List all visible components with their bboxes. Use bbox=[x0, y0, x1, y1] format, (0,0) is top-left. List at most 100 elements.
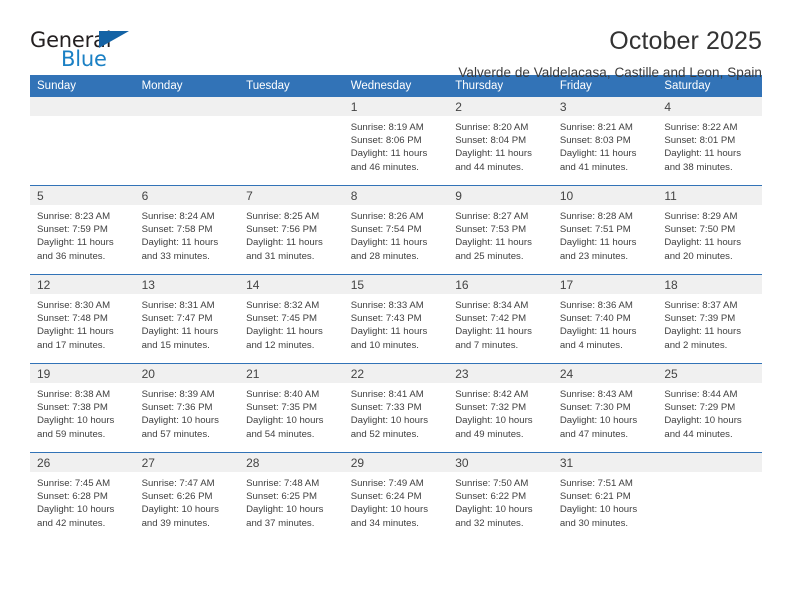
day-details: Sunrise: 8:32 AM Sunset: 7:45 PM Daylight:… bbox=[239, 294, 344, 352]
day-cell[interactable]: 29 Sunrise: 7:49 AM Sunset: 6:24 PM Dayligh… bbox=[343, 452, 449, 541]
day-number: 28 bbox=[239, 453, 344, 472]
day-details: Sunrise: 8:34 AM Sunset: 7:42 PM Daylight:… bbox=[448, 294, 553, 352]
day-cell-empty bbox=[30, 97, 135, 186]
day-cell[interactable]: 19 Sunrise: 8:38 AM Sunset: 7:38 PM Dayligh… bbox=[30, 363, 135, 453]
day-cell[interactable]: 7 Sunrise: 8:25 AM Sunset: 7:56 PM Daylight… bbox=[239, 185, 344, 275]
day-cell[interactable]: 23 Sunrise: 8:42 AM Sunset: 7:32 PM Dayligh… bbox=[448, 363, 553, 453]
day-cell[interactable]: 5 Sunrise: 8:23 AM Sunset: 7:59 PM Daylight… bbox=[30, 185, 135, 275]
daylight-text-line1: Daylight: 11 hours bbox=[141, 326, 219, 338]
sunrise-text: Sunrise: 8:36 AM bbox=[559, 300, 633, 311]
daylight-text-line1: Daylight: 11 hours bbox=[350, 148, 428, 160]
daylight-text-line2: and 39 minutes. bbox=[141, 517, 210, 529]
day-cell[interactable]: 25 Sunrise: 8:44 AM Sunset: 7:29 PM Dayligh… bbox=[657, 363, 762, 453]
sunrise-text: Sunrise: 7:48 AM bbox=[246, 478, 320, 489]
day-cell[interactable]: 26 Sunrise: 7:45 AM Sunset: 6:28 PM Dayligh… bbox=[30, 452, 135, 541]
day-cell-inner: 25 Sunrise: 8:44 AM Sunset: 7:29 PM Dayligh… bbox=[657, 364, 762, 452]
day-cell-inner: 22 Sunrise: 8:41 AM Sunset: 7:33 PM Dayligh… bbox=[343, 364, 449, 452]
daylight-text-line2: and 2 minutes. bbox=[664, 339, 728, 351]
day-cell[interactable]: 13 Sunrise: 8:31 AM Sunset: 7:47 PM Dayligh… bbox=[134, 274, 240, 364]
sunrise-text: Sunrise: 7:47 AM bbox=[141, 478, 215, 489]
day-number: 20 bbox=[134, 364, 240, 383]
sunrise-text: Sunrise: 8:40 AM bbox=[246, 389, 320, 400]
day-cell[interactable]: 30 Sunrise: 7:50 AM Sunset: 6:22 PM Dayligh… bbox=[448, 452, 553, 541]
day-cell[interactable]: 10 Sunrise: 8:28 AM Sunset: 7:51 PM Dayligh… bbox=[552, 185, 658, 275]
sunrise-text: Sunrise: 7:50 AM bbox=[455, 478, 529, 489]
day-cell[interactable]: 8 Sunrise: 8:26 AM Sunset: 7:54 PM Daylight… bbox=[343, 185, 449, 275]
daylight-text-line1: Daylight: 10 hours bbox=[141, 415, 219, 427]
sunset-text: Sunset: 7:35 PM bbox=[246, 402, 318, 414]
sunrise-text: Sunrise: 8:22 AM bbox=[664, 122, 738, 133]
day-cell[interactable]: 31 Sunrise: 7:51 AM Sunset: 6:21 PM Dayligh… bbox=[552, 452, 658, 541]
day-cell-inner: 29 Sunrise: 7:49 AM Sunset: 6:24 PM Dayligh… bbox=[343, 453, 449, 541]
day-number: 3 bbox=[552, 97, 658, 116]
daylight-text-line1: Daylight: 10 hours bbox=[559, 504, 638, 516]
day-details: Sunrise: 8:24 AM Sunset: 7:58 PM Daylight:… bbox=[135, 205, 240, 263]
day-cell-inner bbox=[30, 97, 135, 185]
daylight-text-line1: Daylight: 11 hours bbox=[350, 326, 428, 338]
day-number: 9 bbox=[448, 186, 553, 205]
daylight-text-line2: and 49 minutes. bbox=[455, 428, 524, 440]
day-details: Sunrise: 8:22 AM Sunset: 8:01 PM Daylight:… bbox=[657, 116, 762, 174]
day-cell-inner: 27 Sunrise: 7:47 AM Sunset: 6:26 PM Dayligh… bbox=[134, 453, 240, 541]
day-cell[interactable]: 27 Sunrise: 7:47 AM Sunset: 6:26 PM Dayligh… bbox=[134, 452, 240, 541]
day-number: 13 bbox=[134, 275, 240, 294]
sunset-text: Sunset: 7:38 PM bbox=[37, 402, 108, 414]
sunset-text: Sunset: 7:54 PM bbox=[350, 224, 422, 236]
day-cell[interactable]: 18 Sunrise: 8:37 AM Sunset: 7:39 PM Dayligh… bbox=[657, 274, 762, 364]
sunset-text: Sunset: 7:42 PM bbox=[455, 313, 527, 325]
day-details: Sunrise: 8:39 AM Sunset: 7:36 PM Daylight:… bbox=[135, 383, 240, 441]
day-number: 29 bbox=[343, 453, 449, 472]
day-details: Sunrise: 7:49 AM Sunset: 6:24 PM Daylight:… bbox=[344, 472, 449, 530]
day-cell-inner: 15 Sunrise: 8:33 AM Sunset: 7:43 PM Dayligh… bbox=[343, 275, 449, 363]
day-details: Sunrise: 7:48 AM Sunset: 6:25 PM Daylight:… bbox=[239, 472, 344, 530]
day-cell[interactable]: 2 Sunrise: 8:20 AM Sunset: 8:04 PM Daylight… bbox=[448, 97, 553, 186]
day-cell[interactable]: 11 Sunrise: 8:29 AM Sunset: 7:50 PM Dayligh… bbox=[657, 185, 762, 275]
day-cell[interactable]: 24 Sunrise: 8:43 AM Sunset: 7:30 PM Dayligh… bbox=[552, 363, 658, 453]
daylight-text-line2: and 41 minutes. bbox=[559, 161, 629, 173]
day-details: Sunrise: 8:33 AM Sunset: 7:43 PM Daylight:… bbox=[344, 294, 449, 352]
day-cell[interactable]: 12 Sunrise: 8:30 AM Sunset: 7:48 PM Dayligh… bbox=[30, 274, 135, 364]
day-cell[interactable]: 4 Sunrise: 8:22 AM Sunset: 8:01 PM Daylight… bbox=[657, 97, 762, 186]
day-cell-inner: 10 Sunrise: 8:28 AM Sunset: 7:51 PM Dayligh… bbox=[552, 186, 658, 274]
day-cell[interactable]: 15 Sunrise: 8:33 AM Sunset: 7:43 PM Dayligh… bbox=[343, 274, 449, 364]
day-number: 11 bbox=[657, 186, 762, 205]
daylight-text-line2: and 42 minutes. bbox=[37, 517, 106, 529]
day-cell[interactable]: 20 Sunrise: 8:39 AM Sunset: 7:36 PM Dayligh… bbox=[134, 363, 240, 453]
sunset-text: Sunset: 7:47 PM bbox=[141, 313, 213, 325]
day-cell[interactable]: 16 Sunrise: 8:34 AM Sunset: 7:42 PM Dayligh… bbox=[448, 274, 553, 364]
day-cell[interactable]: 17 Sunrise: 8:36 AM Sunset: 7:40 PM Dayligh… bbox=[552, 274, 658, 364]
day-cell[interactable]: 6 Sunrise: 8:24 AM Sunset: 7:58 PM Daylight… bbox=[134, 185, 240, 275]
sunset-text: Sunset: 7:36 PM bbox=[141, 402, 213, 414]
sunrise-text: Sunrise: 8:26 AM bbox=[350, 211, 424, 222]
daylight-text-line1: Daylight: 11 hours bbox=[141, 237, 219, 249]
sunrise-text: Sunrise: 8:27 AM bbox=[455, 211, 529, 222]
day-cell[interactable]: 14 Sunrise: 8:32 AM Sunset: 7:45 PM Dayligh… bbox=[239, 274, 344, 364]
day-cell-inner: 4 Sunrise: 8:22 AM Sunset: 8:01 PM Daylight… bbox=[657, 97, 762, 185]
day-cell[interactable]: 9 Sunrise: 8:27 AM Sunset: 7:53 PM Daylight… bbox=[448, 185, 553, 275]
day-cell[interactable]: 22 Sunrise: 8:41 AM Sunset: 7:33 PM Dayligh… bbox=[343, 363, 449, 453]
day-number: 23 bbox=[448, 364, 553, 383]
day-details: Sunrise: 8:25 AM Sunset: 7:56 PM Daylight:… bbox=[239, 205, 344, 263]
daylight-text-line1: Daylight: 10 hours bbox=[559, 415, 638, 427]
day-cell[interactable]: 28 Sunrise: 7:48 AM Sunset: 6:25 PM Dayligh… bbox=[239, 452, 344, 541]
day-details: Sunrise: 8:29 AM Sunset: 7:50 PM Daylight:… bbox=[657, 205, 762, 263]
day-cell-inner: 19 Sunrise: 8:38 AM Sunset: 7:38 PM Dayligh… bbox=[30, 364, 135, 452]
day-cell-inner: 7 Sunrise: 8:25 AM Sunset: 7:56 PM Daylight… bbox=[239, 186, 344, 274]
daylight-text-line1: Daylight: 11 hours bbox=[37, 326, 114, 338]
daylight-text-line1: Daylight: 10 hours bbox=[455, 504, 533, 516]
daylight-text-line2: and 31 minutes. bbox=[246, 250, 315, 262]
logo-triangle-icon bbox=[99, 31, 129, 48]
day-cell[interactable]: 1 Sunrise: 8:19 AM Sunset: 8:06 PM Daylight… bbox=[343, 97, 449, 186]
day-cell[interactable]: 3 Sunrise: 8:21 AM Sunset: 8:03 PM Daylight… bbox=[552, 97, 658, 186]
day-cell[interactable]: 21 Sunrise: 8:40 AM Sunset: 7:35 PM Dayligh… bbox=[239, 363, 344, 453]
day-details: Sunrise: 8:23 AM Sunset: 7:59 PM Daylight:… bbox=[30, 205, 135, 263]
day-cell-inner bbox=[134, 97, 240, 185]
daylight-text-line2: and 34 minutes. bbox=[350, 517, 419, 529]
general-blue-logo[interactable]: General Blue bbox=[30, 28, 140, 74]
day-cell-inner: 14 Sunrise: 8:32 AM Sunset: 7:45 PM Dayligh… bbox=[239, 275, 344, 363]
sunset-text: Sunset: 8:06 PM bbox=[350, 135, 422, 147]
daylight-text-line2: and 23 minutes. bbox=[559, 250, 629, 262]
day-number: 27 bbox=[134, 453, 240, 472]
sunset-text: Sunset: 6:22 PM bbox=[455, 491, 527, 503]
day-cell-inner: 6 Sunrise: 8:24 AM Sunset: 7:58 PM Daylight… bbox=[134, 186, 240, 274]
